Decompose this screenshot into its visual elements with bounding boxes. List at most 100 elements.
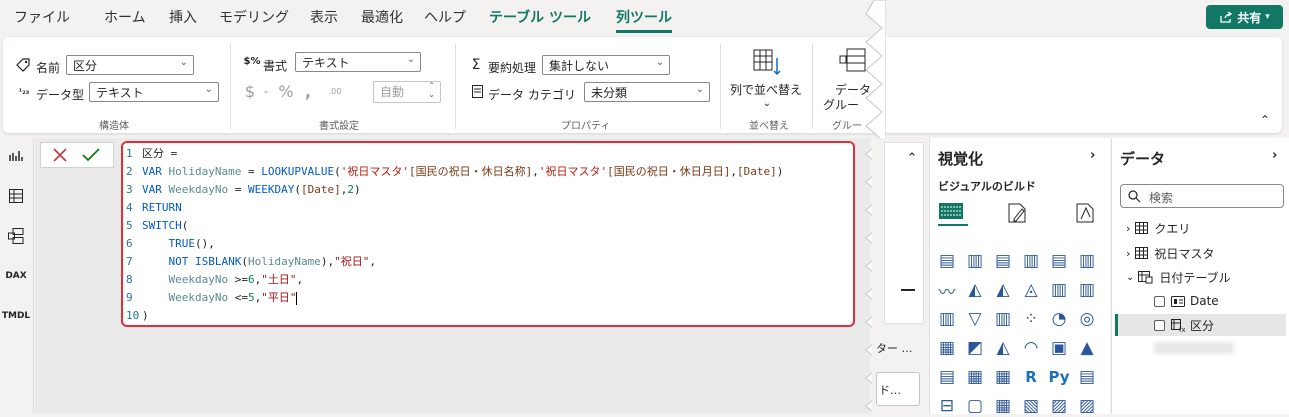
code-text: 区分 = — [142, 147, 178, 160]
filters-label: ター … — [876, 342, 913, 355]
scrollbar[interactable] — [901, 289, 915, 291]
analytics-icon[interactable] — [1072, 200, 1098, 226]
stacked-column-chart-icon[interactable]: ▥ — [964, 250, 986, 272]
code-text: ) — [142, 309, 149, 322]
tmdl-view-icon[interactable]: TMDL — [2, 306, 30, 326]
stacked-area-chart-icon[interactable]: ◭ — [992, 279, 1014, 301]
menu-column-tools[interactable]: 列ツール — [616, 7, 672, 33]
100-column-chart-icon[interactable]: ▥ — [1076, 250, 1098, 272]
table-icon[interactable]: ▦ — [964, 366, 986, 388]
data-category-icon — [470, 83, 484, 99]
code-text: TRUE(), — [168, 237, 215, 250]
group-label-properties: プロパティ — [561, 121, 611, 132]
selection-indicator — [1115, 314, 1118, 336]
calculated-table-icon — [1138, 270, 1153, 283]
cancel-icon[interactable] — [51, 146, 69, 164]
map-icon[interactable]: ◩ — [964, 337, 986, 359]
format-visual-icon[interactable] — [1004, 200, 1030, 226]
build-visual-tab[interactable] — [938, 200, 968, 226]
chevron-down-icon: ⌄ — [655, 57, 664, 68]
chevron-up-icon[interactable]: ⌃ — [1258, 113, 1272, 127]
table-item-query[interactable]: › クエリ — [1126, 217, 1190, 239]
category-dropdown[interactable]: 未分類 ⌄ — [584, 82, 710, 102]
key-influencers-icon[interactable]: ▤ — [1076, 366, 1098, 388]
format-dropdown[interactable]: テキスト ⌄ — [295, 52, 421, 72]
datatype-dropdown[interactable]: テキスト ⌄ — [89, 82, 219, 102]
menu-file[interactable]: ファイル — [14, 7, 70, 27]
slicer-icon[interactable]: ▤ — [936, 366, 958, 388]
donut-chart-icon[interactable]: ◎ — [1076, 308, 1098, 330]
data-groups-label-2[interactable]: グルー — [823, 96, 859, 113]
date-field-icon — [1171, 295, 1185, 307]
line-column-chart-icon[interactable]: ▥ — [1048, 279, 1070, 301]
code-text: WeekdayNo >=6,"土日", — [168, 273, 304, 286]
menu-help[interactable]: ヘルプ — [424, 7, 466, 27]
table-label: クエリ — [1154, 221, 1191, 236]
funnel-icon[interactable]: ▽ — [964, 308, 986, 330]
share-button[interactable]: 共有 ▾ — [1206, 5, 1283, 29]
filled-map-icon[interactable]: ◭ — [992, 337, 1014, 359]
field-item-date[interactable]: Date — [1154, 290, 1219, 312]
sort-by-column-button[interactable]: 列で並べ替え — [730, 81, 802, 98]
pie-chart-icon[interactable]: ◔ — [1048, 308, 1070, 330]
table-view-icon[interactable] — [6, 186, 26, 206]
report-view-icon[interactable] — [6, 146, 26, 166]
menu-optimize[interactable]: 最適化 — [361, 7, 403, 27]
search-input[interactable]: 検索 — [1120, 184, 1284, 208]
build-visual-label: ビジュアルのビルド — [938, 180, 1036, 193]
menu-view[interactable]: 表示 — [310, 7, 338, 27]
field-checkbox[interactable] — [1154, 319, 1165, 331]
kpi-icon[interactable]: ▲ — [1076, 337, 1098, 359]
comma-icon[interactable]: , — [302, 82, 314, 101]
decimal-icon[interactable]: .00 — [325, 83, 345, 99]
r-visual-icon[interactable]: R — [1020, 366, 1042, 388]
python-visual-icon[interactable]: Py — [1048, 366, 1070, 388]
field-item-category[interactable]: fx 区分 — [1154, 314, 1214, 336]
formula-editor[interactable]: 1 区分 = 2 VAR HolidayName = LOOKUPVALUE('祝日マ… — [121, 141, 855, 327]
waterfall-chart-icon[interactable]: ▥ — [1076, 279, 1098, 301]
filters-dropzone[interactable]: ド… — [876, 372, 920, 406]
model-view-icon[interactable] — [6, 226, 26, 246]
table-item-date-table[interactable]: ⌄ 日付テーブル — [1126, 266, 1231, 288]
clustered-bar-chart-icon[interactable]: ▤ — [992, 250, 1014, 272]
menu-modeling[interactable]: モデリング — [219, 7, 289, 27]
table-label: 祝日マスタ — [1154, 246, 1215, 261]
100-bar-chart-icon[interactable]: ▤ — [1048, 250, 1070, 272]
table-icon — [1135, 222, 1149, 234]
commit-icon[interactable] — [81, 146, 101, 164]
filters-card: ⌃ — [884, 142, 924, 324]
percent-icon[interactable]: % — [277, 82, 295, 101]
currency-icon[interactable]: $ — [243, 82, 257, 101]
column-funnel-icon[interactable]: ▥ — [992, 308, 1014, 330]
menu-insert[interactable]: 挿入 — [169, 7, 197, 27]
blurred-item — [1154, 342, 1234, 354]
matrix-icon[interactable]: ▦ — [992, 366, 1014, 388]
summarize-dropdown[interactable]: 集計しない ⌄ — [542, 55, 670, 75]
clustered-column-chart-icon[interactable]: ▥ — [1020, 250, 1042, 272]
scatter-chart-icon[interactable]: ⁘ — [1020, 308, 1042, 330]
divider — [812, 43, 813, 129]
stacked-bar-chart-icon[interactable]: ▤ — [936, 250, 958, 272]
chevron-down-icon: ⌄ — [204, 84, 213, 95]
menu-home[interactable]: ホーム — [104, 7, 146, 27]
field-checkbox[interactable] — [1154, 295, 1165, 307]
chevron-up-icon[interactable]: ⌃ — [905, 151, 919, 166]
ribbon-chart-icon[interactable]: ◬ — [1020, 279, 1042, 301]
menu-table-tools[interactable]: テーブル ツール — [489, 7, 591, 27]
name-field[interactable]: 区分 ⌄ — [66, 55, 194, 75]
treemap-icon[interactable]: ▦ — [936, 337, 958, 359]
decimal-places-stepper[interactable]: 自動 ⌃ ⌄ — [373, 81, 441, 103]
field-label: 区分 — [1190, 318, 1215, 333]
line-stacked-column-icon[interactable]: ▥ — [936, 308, 958, 330]
card-icon[interactable]: ▣ — [1048, 337, 1070, 359]
area-chart-icon[interactable]: ◭ — [964, 279, 986, 301]
table-item-holiday-master[interactable]: › 祝日マスタ — [1126, 242, 1214, 264]
chevron-right-icon[interactable]: › — [1272, 148, 1277, 163]
gauge-icon[interactable]: ◠ — [1020, 337, 1042, 359]
datatype-label: データ型 — [36, 88, 85, 102]
line-chart-icon[interactable]: 〰 — [936, 279, 958, 303]
chevron-right-icon[interactable]: › — [1090, 148, 1095, 163]
dax-query-view-icon[interactable]: DAX — [5, 266, 26, 286]
line-number: 5 — [126, 219, 133, 232]
sort-by-column-icon[interactable] — [750, 47, 784, 77]
